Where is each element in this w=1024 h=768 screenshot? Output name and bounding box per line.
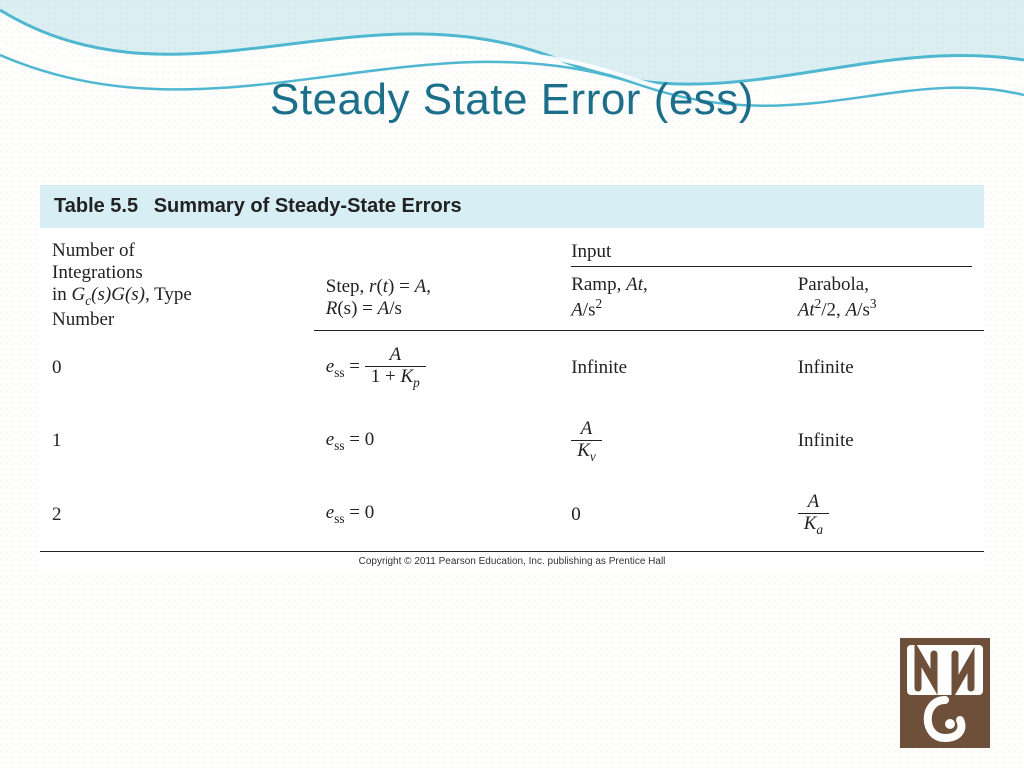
header-step: Step, r(t) = A, R(s) = A/s [314,267,559,331]
cell-parabola: Infinite [786,331,984,405]
cell-type: 0 [40,331,314,405]
cell-type: 2 [40,478,314,552]
copyright-text: Copyright © 2011 Pearson Education, Inc.… [40,552,984,573]
header-step-spacer [314,228,559,267]
header-type-col: Number of Integrations in Gc(s)G(s), Typ… [40,228,314,331]
cell-step: ess = A 1 + Kp [314,331,559,405]
table-row: 0 ess = A 1 + Kp Infinite Infinite [40,331,984,405]
table-row: 2 ess = 0 0 A Ka [40,478,984,552]
cell-step: ess = 0 [314,405,559,478]
cell-type: 1 [40,405,314,478]
table-number: Table 5.5 [54,195,138,217]
cell-step: ess = 0 [314,478,559,552]
table-caption: Table 5.5 Summary of Steady-State Errors [40,185,984,228]
table-card: Table 5.5 Summary of Steady-State Errors… [40,185,984,573]
header-ramp: Ramp, At, A/s2 [559,267,786,331]
cell-ramp: A Kv [559,405,786,478]
page-title: Steady State Error (ess) [0,75,1024,125]
cell-parabola: Infinite [786,405,984,478]
table-summary: Summary of Steady-State Errors [154,195,462,217]
header-parabola: Parabola, At2/2, A/s3 [786,267,984,331]
table-header-row: Number of Integrations in Gc(s)G(s), Typ… [40,228,984,267]
steady-state-error-table: Number of Integrations in Gc(s)G(s), Typ… [40,228,984,552]
logo-icon [900,638,990,748]
cell-ramp: Infinite [559,331,786,405]
cell-ramp: 0 [559,478,786,552]
cell-parabola: A Ka [786,478,984,552]
table-row: 1 ess = 0 A Kv Infinite [40,405,984,478]
header-input-super: Input [559,228,984,267]
